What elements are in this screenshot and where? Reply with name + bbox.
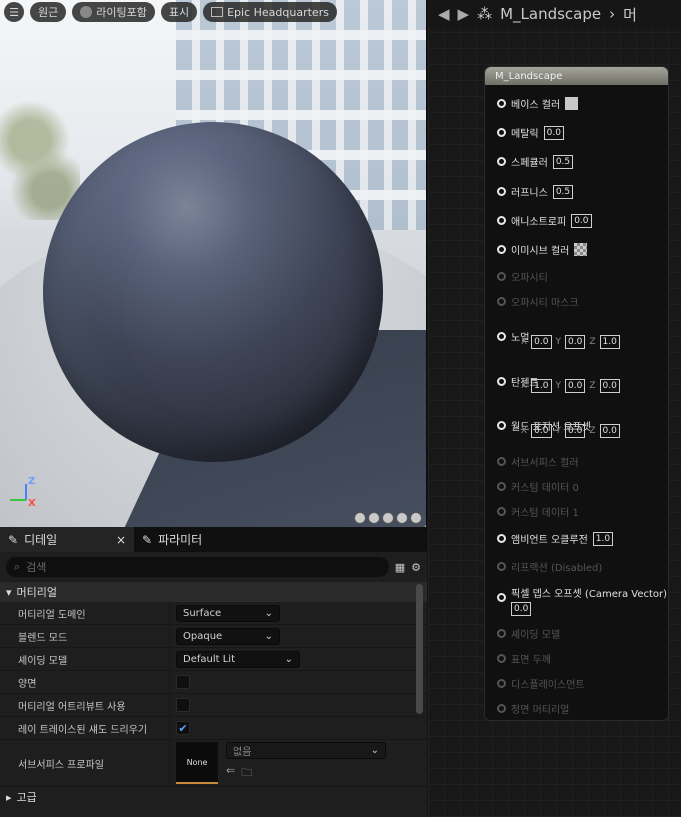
normal-vector-fields: X 0.0 Y 0.0 Z 1.0 (521, 335, 620, 349)
details-search-row: ⌕ 검색 ▦ ⚙ (0, 552, 427, 582)
pin-emissive-color[interactable]: 이미시브 컬러 (497, 242, 588, 257)
checkmark-icon: ✔ (178, 721, 188, 735)
color-swatch[interactable] (565, 97, 579, 110)
details-search-input[interactable]: ⌕ 검색 (6, 557, 389, 577)
pin-shading-model[interactable]: 셰이딩 모델 (497, 626, 560, 641)
forward-arrow-icon[interactable]: ▶ (458, 5, 470, 23)
graph-icon: ⁂ (477, 5, 493, 23)
subsurface-profile-dropdown[interactable]: 없음 ⌄ (226, 742, 386, 759)
axis-x-label: X (28, 498, 36, 509)
property-row-blend-mode: 블렌드 모드 Opaque ⌄ (0, 625, 427, 648)
pin-metallic[interactable]: 메탈릭 0.0 (497, 125, 564, 140)
back-arrow-icon[interactable]: ◀ (438, 5, 450, 23)
preview-sphere (43, 122, 383, 462)
show-button[interactable]: 표시 (160, 2, 198, 22)
pin-subsurface-color[interactable]: 서브서피스 컬러 (497, 454, 579, 469)
graph-breadcrumb-bar: ◀ ▶ ⁂ M_Landscape › 머 (428, 0, 681, 28)
tangent-vector-fields: X 1.0 Y 0.0 Z 0.0 (521, 379, 620, 393)
pin-surface-thickness[interactable]: 표면 두께 (497, 651, 551, 666)
close-tab-icon[interactable]: × (116, 533, 126, 547)
use-material-attributes-checkbox[interactable] (176, 698, 190, 712)
plane-mesh-icon[interactable] (382, 512, 394, 524)
material-preview-viewport[interactable]: ☰ 원근 라이팅포함 표시 Epic Headquarters Z X (0, 0, 427, 527)
section-advanced-header[interactable]: ▸ 고급 (0, 787, 427, 807)
material-graph[interactable]: ◀ ▶ ⁂ M_Landscape › 머 M_Landscape 베이스 컬러… (428, 0, 681, 817)
pencil-icon: ✎ (8, 532, 19, 547)
property-row-subsurface-profile: 서브서피스 프로파일 None 없음 ⌄ ⇐ 🗀 (0, 740, 427, 787)
blend-mode-dropdown[interactable]: Opaque ⌄ (176, 627, 280, 645)
preview-mesh-selector (354, 512, 422, 524)
cylinder-mesh-icon[interactable] (354, 512, 366, 524)
two-sided-checkbox[interactable] (176, 675, 190, 689)
perspective-button[interactable]: 원근 (30, 2, 67, 22)
section-material-header[interactable]: ▾ 머티리얼 (0, 582, 427, 602)
pin-base-color[interactable]: 베이스 컬러 (497, 96, 579, 111)
viewport-toolbar: ☰ 원근 라이팅포함 표시 Epic Headquarters (4, 2, 337, 22)
details-scrollbar[interactable] (416, 584, 423, 714)
background-trees (0, 80, 80, 220)
pin-front-material[interactable]: 정면 머티리얼 (497, 701, 569, 716)
axis-z-label: Z (28, 476, 36, 487)
hdri-button[interactable]: Epic Headquarters (203, 2, 337, 22)
pencil-icon: ✎ (142, 532, 153, 547)
chevron-down-icon: ▾ (6, 585, 12, 599)
pin-custom-data-0[interactable]: 커스텀 데이터 0 (497, 479, 579, 494)
pin-specular[interactable]: 스페큘러 0.5 (497, 154, 574, 169)
tab-parameters[interactable]: ✎ 파라미터 (134, 527, 210, 552)
details-panel: ✎ 디테일 × ✎ 파라미터 ⌕ 검색 ▦ ⚙ ▾ 머티리얼 머티리얼 도메인 … (0, 527, 427, 817)
pin-pixel-depth-offset[interactable]: 픽셀 뎁스 오프셋 (Camera Vector) 0.0 (497, 585, 667, 616)
sphere-mesh-icon[interactable] (368, 512, 380, 524)
chevron-down-icon: ⌄ (264, 607, 273, 619)
pin-ambient-occlusion[interactable]: 앰비언트 오클루전 1.0 (497, 531, 614, 546)
property-row-shading-model: 셰이딩 모델 Default Lit ⌄ (0, 648, 427, 671)
material-output-node[interactable]: M_Landscape 베이스 컬러 메탈릭 0.0 스페큘러 0.5 러프니스 0.… (484, 66, 669, 721)
breadcrumb-tail[interactable]: 머 (623, 4, 637, 25)
chevron-down-icon: ⌄ (264, 630, 273, 642)
chevron-down-icon: ⌄ (370, 745, 379, 756)
pin-roughness[interactable]: 러프니스 0.5 (497, 184, 574, 199)
pin-opacity[interactable]: 오파시티 (497, 269, 548, 284)
pin-refraction[interactable]: 리프랙션 (Disabled) (497, 559, 602, 574)
cube-mesh-icon[interactable] (396, 512, 408, 524)
property-row-two-sided: 양면 (0, 671, 427, 694)
lit-sphere-icon (80, 6, 93, 18)
pin-displacement[interactable]: 디스플레이스먼트 (497, 676, 585, 691)
wpo-vector-fields: X 0.0 Y 0.0 Z 0.0 (521, 424, 620, 438)
chevron-right-icon: ▸ (6, 790, 12, 804)
cast-raytraced-shadows-checkbox[interactable]: ✔ (176, 721, 190, 735)
property-row-cast-raytraced-shadows: 레이 트레이스된 섀도 드리우기 ✔ (0, 717, 427, 740)
custom-mesh-icon[interactable] (410, 512, 422, 524)
shading-model-dropdown[interactable]: Default Lit ⌄ (176, 650, 300, 668)
image-icon (211, 7, 224, 17)
checker-swatch-icon[interactable] (574, 243, 588, 256)
chevron-right-icon: › (609, 5, 616, 23)
pin-anisotropy[interactable]: 애니소트로피 0.0 (497, 213, 592, 228)
chevron-down-icon: ⌄ (284, 653, 293, 665)
viewport-menu-button[interactable]: ☰ (4, 2, 24, 22)
lighting-mode-button[interactable]: 라이팅포함 (72, 2, 155, 22)
tab-details[interactable]: ✎ 디테일 × (0, 527, 134, 552)
browse-asset-icon[interactable]: 🗀 (241, 764, 252, 783)
breadcrumb-item[interactable]: M_Landscape (500, 5, 601, 23)
gear-icon[interactable]: ⚙ (411, 561, 421, 574)
node-title: M_Landscape (485, 67, 668, 85)
pin-custom-data-1[interactable]: 커스텀 데이터 1 (497, 504, 579, 519)
axis-gizmo: Z X (6, 476, 36, 509)
table-view-icon[interactable]: ▦ (395, 561, 405, 574)
subsurface-profile-thumbnail[interactable]: None (176, 742, 218, 784)
property-row-material-domain: 머티리얼 도메인 Surface ⌄ (0, 602, 427, 625)
search-icon: ⌕ (14, 560, 21, 573)
hamburger-icon: ☰ (9, 5, 19, 19)
use-selected-asset-icon[interactable]: ⇐ (226, 764, 235, 783)
details-tab-bar: ✎ 디테일 × ✎ 파라미터 (0, 527, 427, 552)
material-domain-dropdown[interactable]: Surface ⌄ (176, 604, 280, 622)
property-row-use-material-attributes: 머티리얼 어트리뷰트 사용 (0, 694, 427, 717)
pin-opacity-mask[interactable]: 오파시티 마스크 (497, 294, 579, 309)
